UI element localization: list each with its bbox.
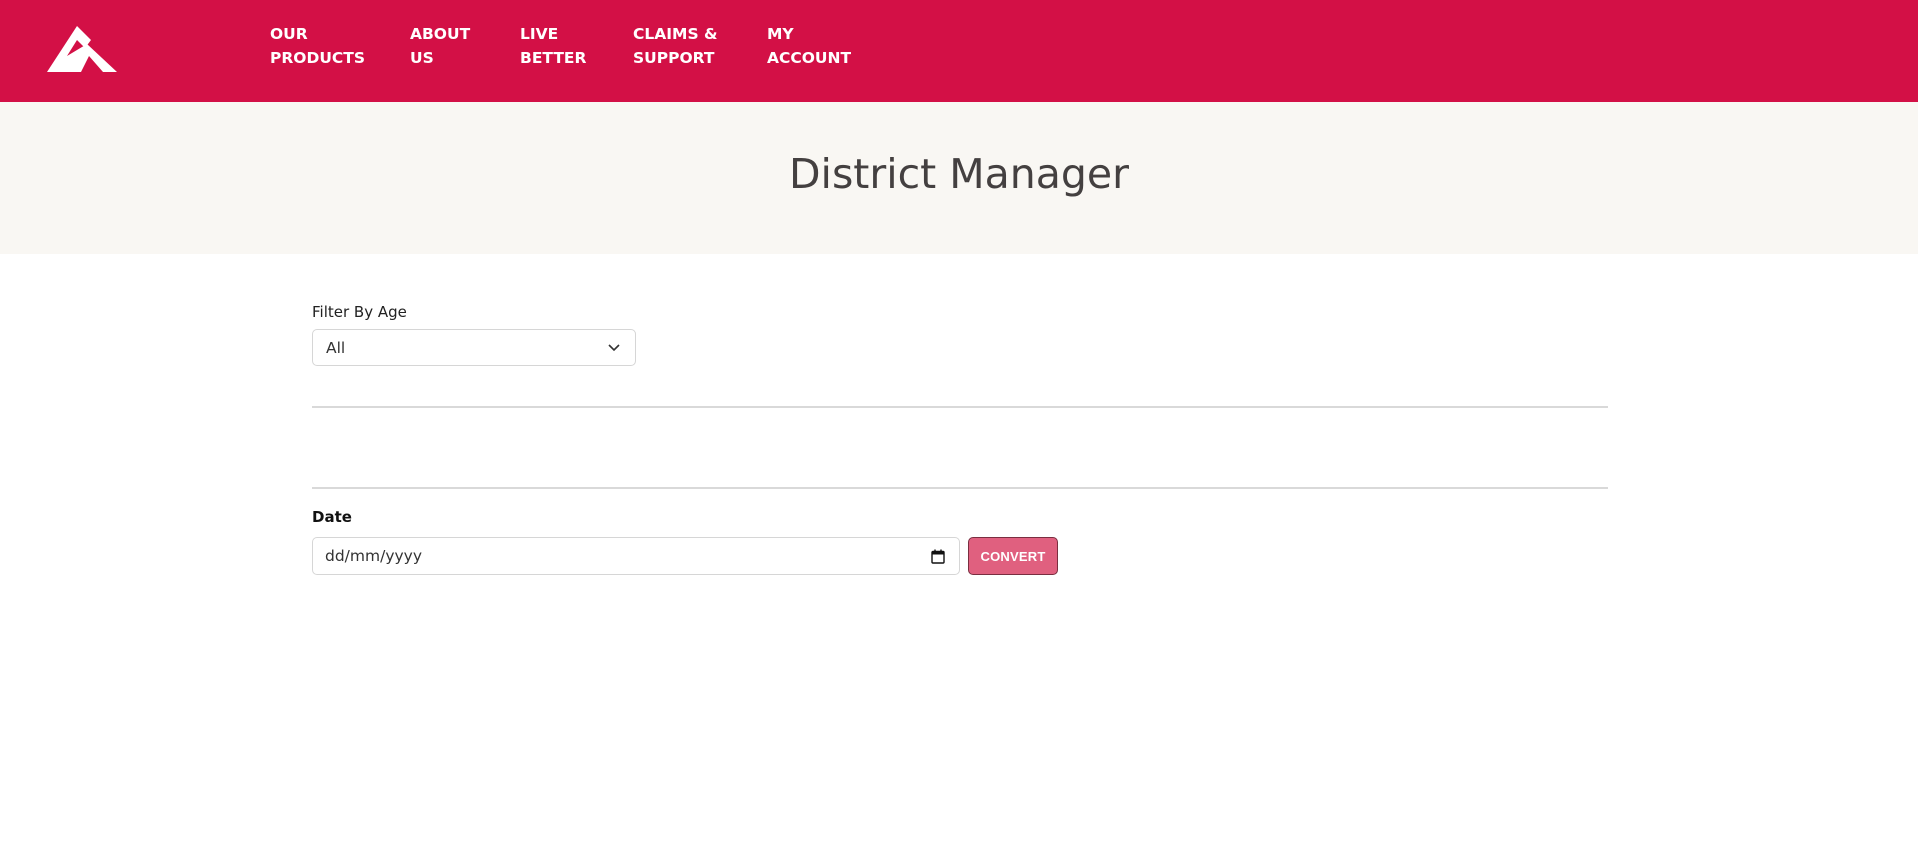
nav-item-label-line1: OUR	[270, 25, 308, 43]
nav-item-label-line1: ABOUT	[410, 25, 471, 43]
page-title: District Manager	[788, 150, 1129, 198]
nav-item-my-account[interactable]: MY ACCOUNT	[767, 22, 867, 70]
nav-item-label-line1: CLAIMS &	[633, 25, 718, 43]
age-filter-select[interactable]: All	[312, 329, 636, 366]
nav-item-claims-support[interactable]: CLAIMS & SUPPORT	[633, 22, 767, 70]
nav-item-label-line1: MY	[767, 25, 794, 43]
nav-item-our-products[interactable]: OUR PRODUCTS	[270, 22, 410, 70]
top-navigation-bar: OUR PRODUCTS ABOUT US LIVE BETTER CLAIMS…	[0, 0, 1918, 102]
date-input-placeholder: dd/mm/yyyy	[325, 547, 423, 565]
date-input[interactable]: dd/mm/yyyy	[312, 537, 960, 575]
nav-item-label-line2: SUPPORT	[633, 49, 715, 67]
date-label: Date	[312, 508, 352, 526]
nav-item-about-us[interactable]: ABOUT US	[410, 22, 520, 70]
age-filter-selected-value: All	[326, 338, 346, 357]
chevron-down-icon	[608, 344, 620, 352]
mountain-logo-icon[interactable]	[47, 26, 119, 74]
nav-item-label-line2: BETTER	[520, 49, 587, 67]
section-divider	[312, 487, 1608, 489]
nav-item-label-line2: ACCOUNT	[767, 49, 852, 67]
section-divider	[312, 406, 1608, 408]
main-nav: OUR PRODUCTS ABOUT US LIVE BETTER CLAIMS…	[270, 22, 867, 72]
calendar-icon[interactable]	[931, 549, 945, 564]
page-hero: District Manager	[0, 102, 1918, 254]
nav-item-label-line1: LIVE	[520, 25, 559, 43]
nav-item-live-better[interactable]: LIVE BETTER	[520, 22, 633, 70]
nav-item-label-line2: PRODUCTS	[270, 49, 366, 67]
nav-item-label-line2: US	[410, 49, 434, 67]
convert-button[interactable]: CONVERT	[968, 537, 1058, 575]
filter-by-age-label: Filter By Age	[312, 303, 407, 321]
